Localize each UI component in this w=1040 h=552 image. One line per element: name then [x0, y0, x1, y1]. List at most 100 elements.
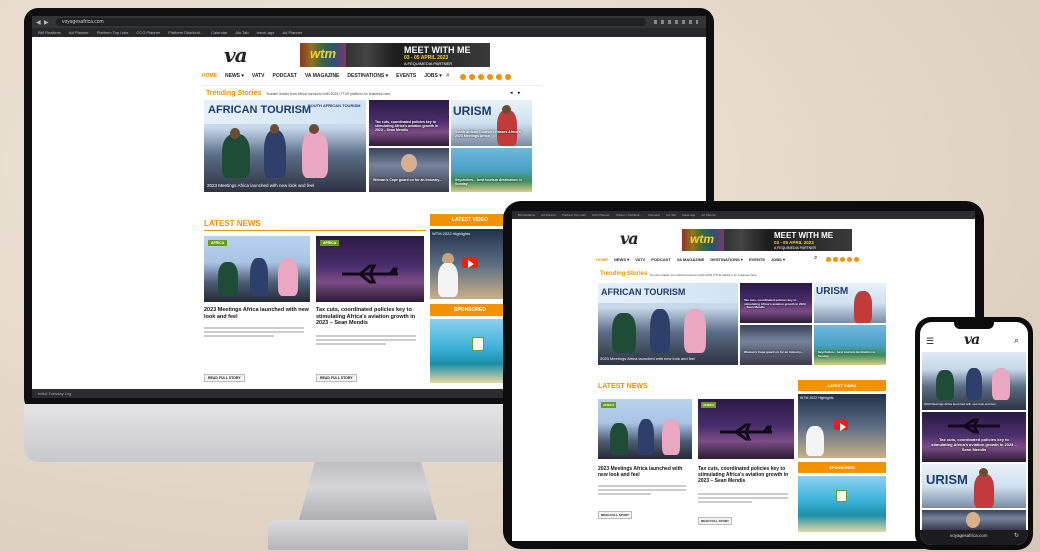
imac-nav-item[interactable]: DESTINATIONS ▾: [347, 73, 388, 83]
imac-bookmark-item[interactable]: travel-age: [257, 30, 275, 35]
search-icon[interactable]: ⌕: [446, 72, 450, 80]
imac-nav-item[interactable]: NEWS ▾: [225, 73, 244, 83]
imac-bookmark-item[interactable]: Calendar: [211, 30, 227, 35]
news-card-2-image[interactable]: AFRICA: [316, 236, 424, 302]
imac-bookmark-item[interactable]: BM Realtime: [38, 30, 61, 35]
twitter-icon[interactable]: [469, 74, 475, 80]
hero-tile-woman[interactable]: Woman's Cape guard on for an industry...: [369, 148, 449, 192]
news-card-2-tag[interactable]: AFRICA: [320, 240, 340, 246]
imac-nav-item[interactable]: VATV: [252, 73, 265, 83]
tablet-hero-main-tile[interactable]: AFRICAN TOURISM 2023 Meetings Africa lau…: [598, 283, 738, 365]
tablet-facebook-icon[interactable]: [826, 257, 831, 262]
imac-nav-item[interactable]: JOBS ▾: [424, 73, 442, 83]
imac-bookmark-item[interactable]: Alo Tab: [235, 30, 248, 35]
hero-tile-aviation[interactable]: Tax cuts, coordinated policies key to st…: [369, 100, 449, 146]
hero-tile-tourism[interactable]: URISM South African Tourism releases Afr…: [451, 100, 532, 146]
phone-tourism-tile[interactable]: URISM: [922, 464, 1026, 508]
tablet-bookmark-item[interactable]: Alo Tab: [666, 213, 676, 217]
news-card-1-title[interactable]: 2023 Meetings Africa launched with new l…: [204, 307, 310, 320]
tablet-news-card-2-image[interactable]: AFRICA: [698, 399, 794, 459]
news-card-2-read-button[interactable]: READ FULL STORY: [316, 374, 357, 382]
tablet-bookmark-item[interactable]: Ad Planner: [701, 213, 716, 217]
phone-aviation-tile[interactable]: Tax cuts, coordinated policies key to st…: [922, 412, 1026, 462]
tablet-bookmark-item[interactable]: travel-age: [682, 213, 695, 217]
back-icon[interactable]: ◀: [36, 19, 42, 26]
rss-icon[interactable]: [505, 74, 511, 80]
imac-bookmark-item[interactable]: Platform Distributi...: [168, 30, 203, 35]
imac-bookmark-item[interactable]: Ad Planner: [282, 30, 302, 35]
tablet-youtube-play-icon[interactable]: [834, 420, 848, 431]
wtm-banner-ad[interactable]: wtm MEET WITH ME 03 - 05 APRIL 2023 A FE…: [300, 43, 490, 67]
tablet-bookmark-item[interactable]: Platform Distributi...: [616, 213, 642, 217]
tablet-nav-item[interactable]: EVENTS: [749, 257, 765, 262]
imac-bookmark-item[interactable]: Ad Planner: [69, 30, 89, 35]
tablet-bookmark-item[interactable]: Ad Planner: [541, 213, 556, 217]
tablet-sponsored-ad[interactable]: [798, 476, 886, 532]
tablet-trending-ticker[interactable]: Tourism leader from Africa honoured with…: [650, 273, 757, 277]
tablet-news-card-2-title[interactable]: Tax cuts, coordinated policies key to st…: [698, 466, 794, 484]
extensions-icon[interactable]: [654, 20, 698, 24]
tablet-nav-item[interactable]: PODCAST: [651, 257, 671, 262]
tablet-bookmark-item[interactable]: Calendar: [648, 213, 660, 217]
tablet-nav-item[interactable]: VATV: [635, 257, 645, 262]
news-card-1-tag[interactable]: AFRICA: [208, 240, 228, 246]
news-card-2-title[interactable]: Tax cuts, coordinated policies key to st…: [316, 307, 424, 327]
tablet-nav-item[interactable]: VA MAGAZINE: [677, 257, 705, 262]
sponsored-ad[interactable]: [430, 319, 510, 383]
youtube-play-icon[interactable]: [462, 257, 478, 269]
phone-woman-tile[interactable]: [922, 510, 1026, 530]
tablet-nav-item[interactable]: NEWS ▾: [614, 257, 629, 262]
phone-reload-icon[interactable]: ↻: [1014, 532, 1019, 539]
tablet-instagram-icon[interactable]: [847, 257, 852, 262]
tablet-nav-item[interactable]: JOBS ▾: [771, 257, 785, 262]
tablet-hero-tile-woman[interactable]: Woman's Cape guard on for an industry...: [740, 325, 812, 365]
phone-menu-icon[interactable]: ☰: [926, 336, 934, 347]
tablet-news-card-2-tag[interactable]: AFRICA: [701, 402, 717, 408]
phone-hero-tile[interactable]: 2023 Meetings Africa launched with new l…: [922, 352, 1026, 410]
tablet-linkedin-icon[interactable]: [854, 257, 859, 262]
phone-search-icon[interactable]: ⌕: [1014, 335, 1019, 346]
hero-tile-beach[interactable]: Seychelles... best tourism destination i…: [451, 148, 532, 192]
ticker-prev-icon[interactable]: ◂: [510, 90, 513, 96]
tablet-nav-item[interactable]: DESTINATIONS ▾: [710, 257, 743, 262]
tablet-nav-item[interactable]: HOME: [596, 257, 608, 262]
latest-video-player[interactable]: WTM 2022 Highlights: [430, 229, 510, 299]
tablet-news-card-1-title[interactable]: 2023 Meetings Africa launched with new l…: [598, 466, 692, 478]
address-bar[interactable]: voyagesafrica.com: [56, 18, 646, 26]
tablet-news-card-1-tag[interactable]: AFRICA: [601, 402, 617, 408]
tablet-youtube-icon[interactable]: [840, 257, 845, 262]
tablet-wtm-banner-ad[interactable]: wtm MEET WITH ME 03 - 05 APRIL 2023 A FE…: [682, 229, 852, 251]
imac-nav-item[interactable]: VA MAGAZINE: [305, 73, 339, 83]
tablet-twitter-icon[interactable]: [833, 257, 838, 262]
tablet-hero-tile-tourism[interactable]: URISM: [814, 283, 886, 323]
phone-url-bar[interactable]: voyagesafrica.com ↻: [920, 530, 1028, 545]
instagram-icon[interactable]: [487, 74, 493, 80]
phone-site-logo[interactable]: va: [964, 332, 980, 348]
tablet-latest-video-player[interactable]: WTM 2022 Highlights: [798, 394, 886, 458]
tablet-news-card-2-read-button[interactable]: READ FULL STORY: [698, 517, 732, 525]
hero-main-tile[interactable]: AFRICAN TOURISM SOUTH AFRICAN TOURISM 20…: [204, 100, 366, 192]
tablet-bookmark-item[interactable]: CCO Planner: [592, 213, 610, 217]
linkedin-icon[interactable]: [496, 74, 502, 80]
youtube-icon[interactable]: [478, 74, 484, 80]
imac-bookmark-item[interactable]: CCO Planner: [136, 30, 160, 35]
trending-ticker[interactable]: Tourism leader from Africa honoured with…: [266, 92, 391, 96]
facebook-icon[interactable]: [460, 74, 466, 80]
imac-bookmark-item[interactable]: Platform Top Lists: [97, 30, 129, 35]
tablet-news-card-1-image[interactable]: AFRICA: [598, 399, 692, 459]
tablet-hero-tile-aviation[interactable]: Tax cuts, coordinated policies key to st…: [740, 283, 812, 323]
ticker-next-icon[interactable]: ▸: [518, 90, 521, 96]
tablet-site-logo[interactable]: va: [620, 229, 639, 248]
forward-icon[interactable]: ▶: [44, 19, 50, 26]
tablet-search-icon[interactable]: ⌕: [814, 255, 817, 262]
imac-nav-item[interactable]: HOME: [202, 73, 217, 83]
news-card-1-image[interactable]: AFRICA: [204, 236, 310, 302]
tablet-bookmark-item[interactable]: BM Realtime: [518, 213, 535, 217]
tablet-hero-tile-beach[interactable]: Seychelles... best tourism destination i…: [814, 325, 886, 365]
imac-nav-item[interactable]: EVENTS: [396, 73, 416, 83]
tablet-news-card-1-read-button[interactable]: READ FULL STORY: [598, 511, 632, 519]
news-card-1-read-button[interactable]: READ FULL STORY: [204, 374, 245, 382]
imac-nav-item[interactable]: PODCAST: [273, 73, 297, 83]
site-logo[interactable]: va: [224, 43, 248, 67]
tablet-bookmark-item[interactable]: Platform Top Lists: [562, 213, 586, 217]
